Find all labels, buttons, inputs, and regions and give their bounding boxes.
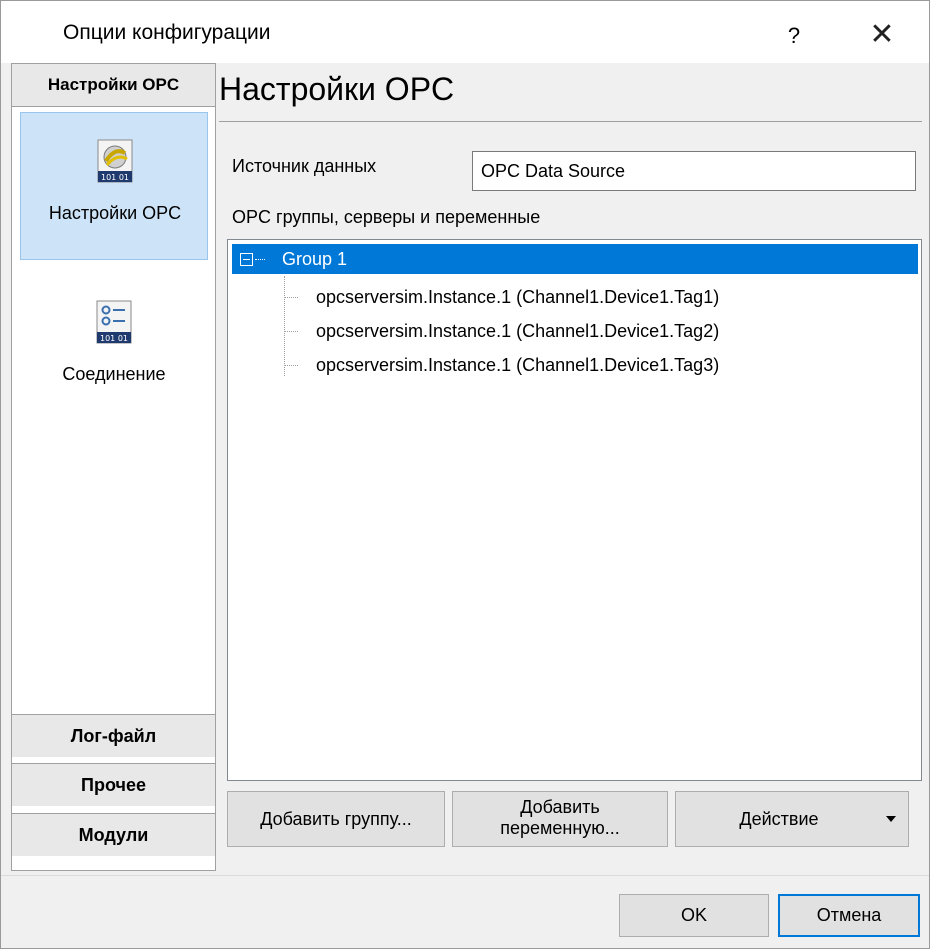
sidebar-item-opc-settings[interactable]: 101 01 Настройки OPC [20,112,208,260]
title-bar: Опции конфигурации ? ✕ [1,1,929,63]
tree-node-group[interactable]: Group 1 [232,244,918,274]
data-source-label: Источник данных [232,156,377,176]
tree-node-label: Group 1 [282,249,348,269]
sidebar-item-label: Соединение [62,364,166,384]
data-source-input[interactable] [472,151,916,191]
tree-connector [284,331,298,332]
sidebar: Настройки OPC 101 01 Настройки OPC 101 0… [11,63,216,871]
connection-icon: 101 01 [96,300,132,344]
opc-settings-icon: 101 01 [97,139,133,183]
tree-connector [255,259,265,260]
section-modules[interactable]: Модули [12,813,215,856]
opc-tree-view[interactable]: Group 1 opcserversim.Instance.1 (Channel… [227,239,922,781]
sidebar-item-connection[interactable]: 101 01 Соединение [20,274,208,422]
tree-connector [284,365,298,366]
close-button[interactable]: ✕ [859,13,905,59]
footer-divider [1,875,929,876]
collapse-icon[interactable] [240,253,253,266]
add-variable-button[interactable]: Добавить переменную... [452,791,668,847]
tree-connector [284,276,285,376]
config-dialog: Опции конфигурации ? ✕ Настройки OPC 101… [0,0,930,949]
tree-node-label: opcserversim.Instance.1 (Channel1.Device… [316,355,720,375]
section-log-file[interactable]: Лог-файл [12,714,215,757]
help-button[interactable]: ? [771,13,817,59]
ok-button[interactable]: OK [619,894,769,937]
section-other[interactable]: Прочее [12,763,215,806]
svg-text:101 01: 101 01 [100,334,128,343]
dialog-title: Опции конфигурации [63,21,271,44]
sidebar-header-opc-settings[interactable]: Настройки OPC [12,64,215,107]
action-dropdown-button[interactable]: Действие [675,791,909,847]
add-variable-label-line2: переменную... [500,818,620,838]
tree-node-label: opcserversim.Instance.1 (Channel1.Device… [316,287,720,307]
svg-text:101 01: 101 01 [101,173,129,182]
tree-label: OPC группы, серверы и переменные [232,207,541,227]
tree-node-label: opcserversim.Instance.1 (Channel1.Device… [316,321,720,341]
sidebar-item-label: Настройки OPC [48,203,182,223]
dropdown-arrow-icon [886,816,896,822]
page-title: Настройки OPC [219,71,455,107]
add-group-button[interactable]: Добавить группу... [227,791,445,847]
title-divider [219,121,922,122]
action-label: Действие [739,809,819,829]
add-variable-label-line1: Добавить [520,797,600,817]
cancel-button[interactable]: Отмена [778,894,920,937]
tree-connector [284,297,298,298]
